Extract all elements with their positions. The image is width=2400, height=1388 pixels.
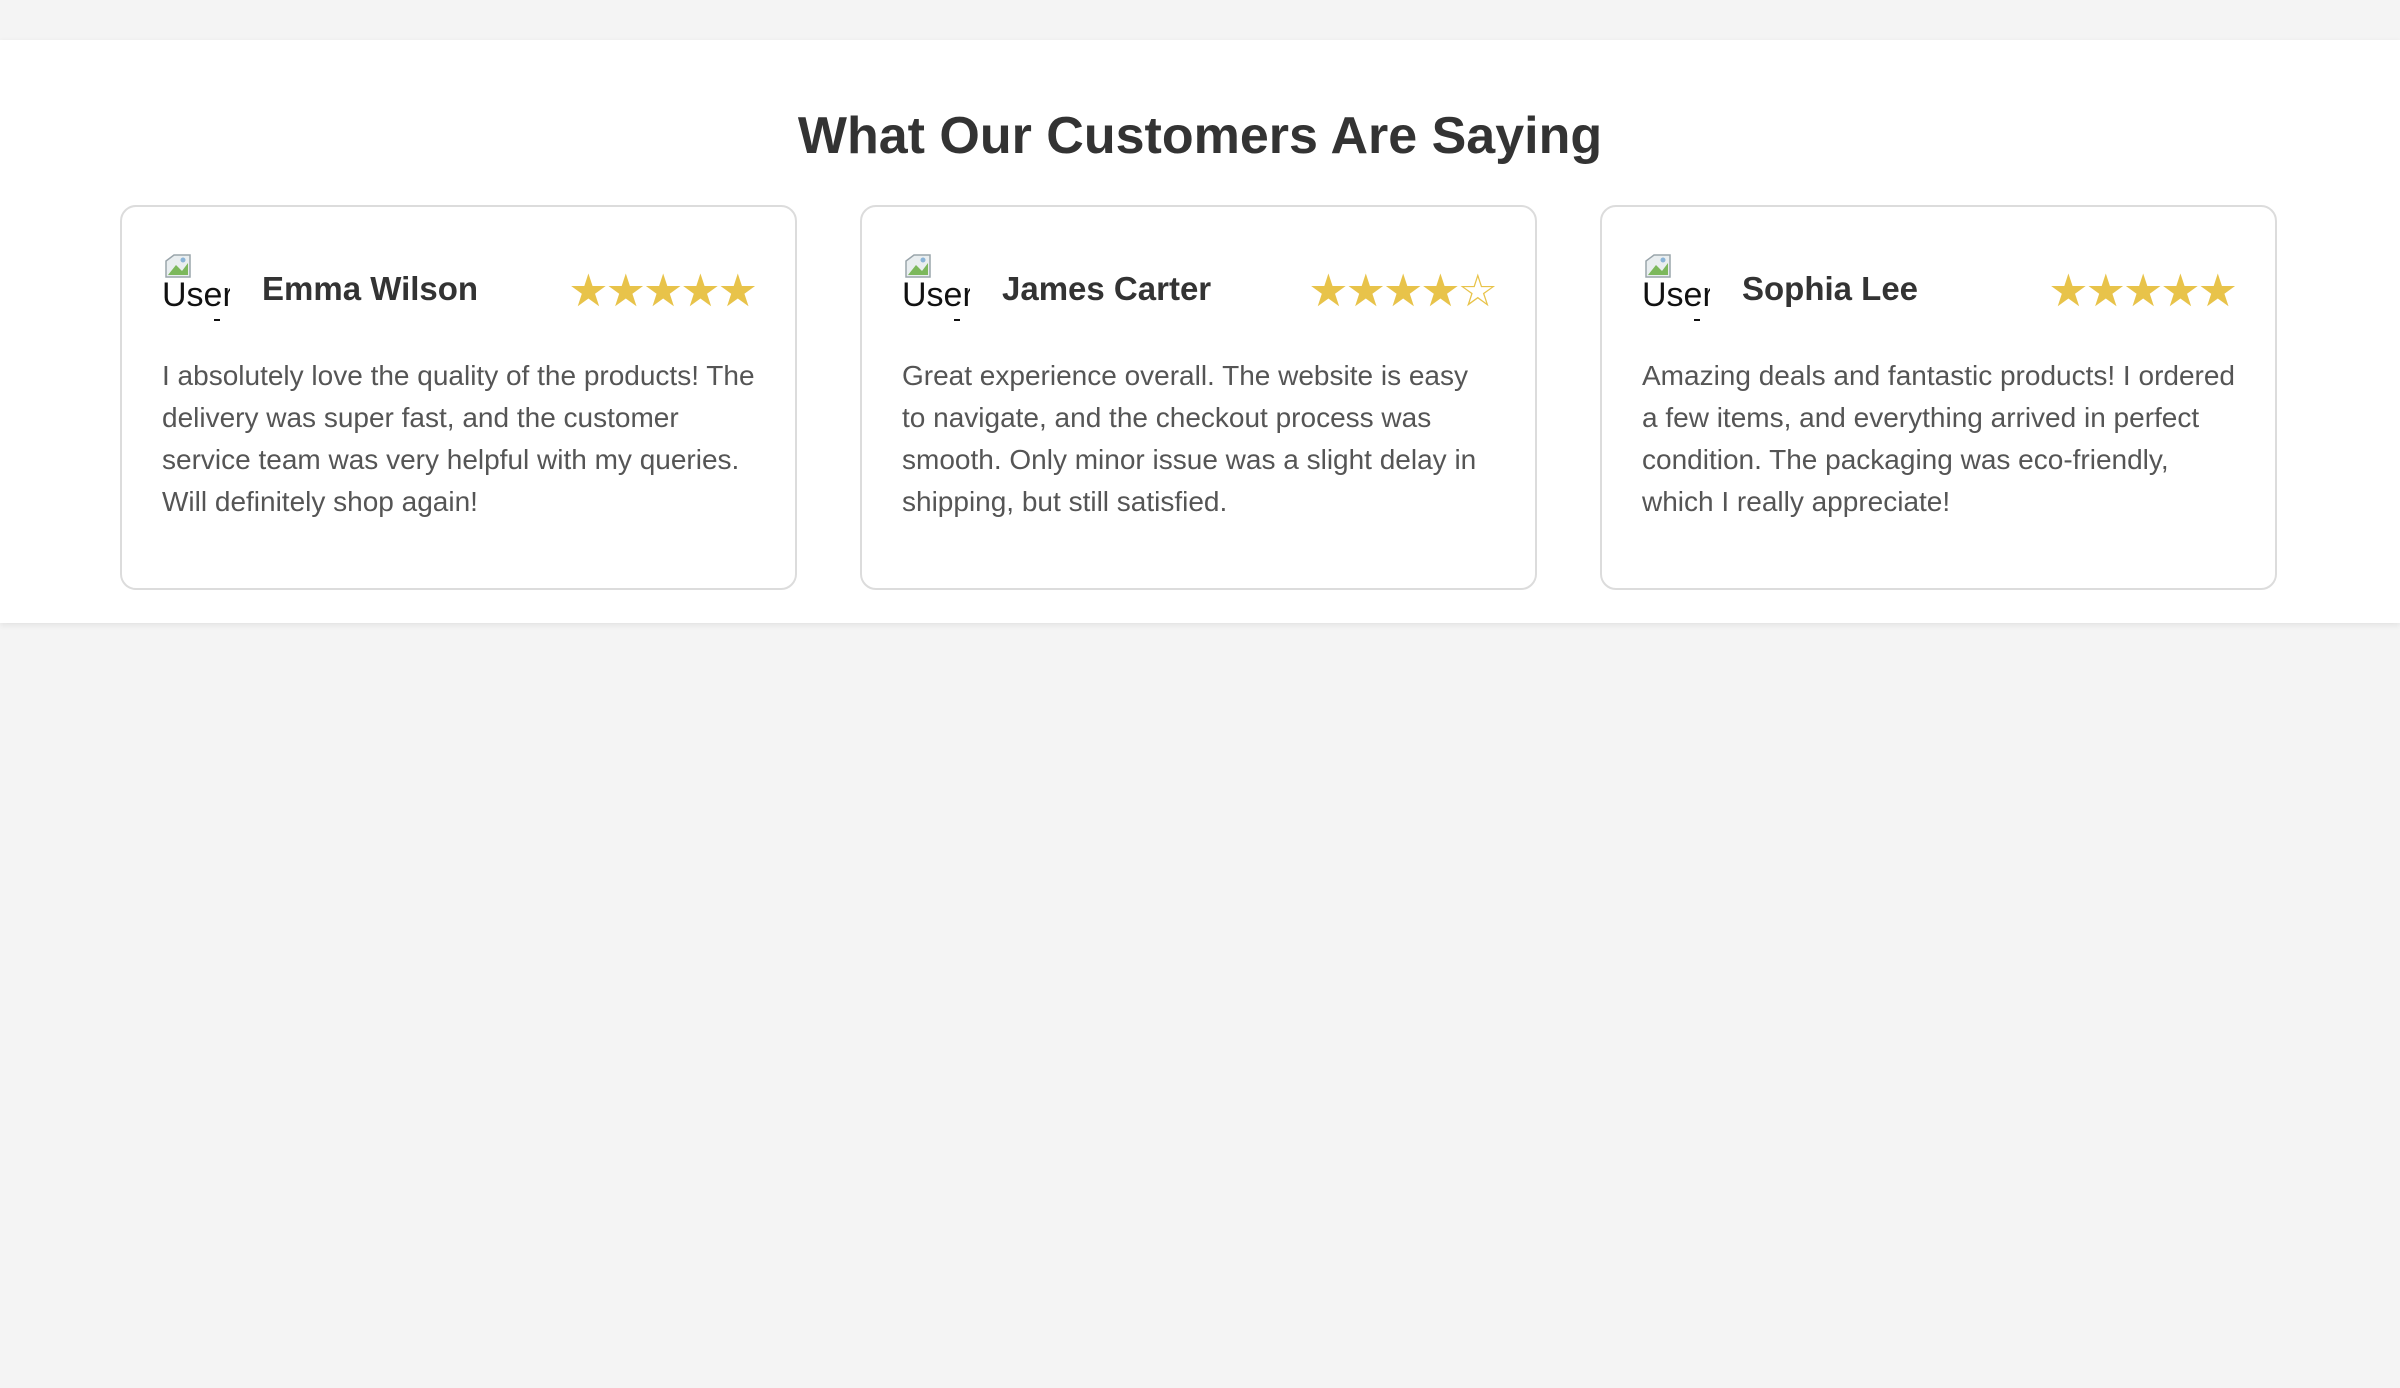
star-rating: ★★★★★ — [2048, 265, 2238, 316]
reviewer-name: James Carter — [1002, 270, 1212, 307]
testimonial-card: User James Carter ★★★★☆ Great experience… — [860, 205, 1537, 590]
testimonial-header: User Emma Wilson ★★★★★ — [162, 249, 758, 327]
avatar-alt-text: User — [1642, 276, 1710, 314]
avatar-alt-text: User — [162, 276, 230, 314]
avatar: User — [162, 253, 230, 325]
testimonial-header: User Sophia Lee ★★★★★ — [1642, 249, 2238, 327]
review-text: Amazing deals and fantastic products! I … — [1642, 360, 2236, 517]
star-rating: ★★★★☆ — [1308, 265, 1498, 316]
review-text: I absolutely love the quality of the pro… — [162, 360, 755, 517]
section-heading: What Our Customers Are Saying — [797, 107, 1603, 165]
testimonial-card: User Emma Wilson ★★★★★ I absolutely love… — [120, 205, 797, 590]
star-rating: ★★★★★ — [568, 265, 758, 316]
avatar-alt-text: User — [902, 276, 970, 314]
reviewer-name: Emma Wilson — [262, 270, 479, 307]
avatar: User — [902, 253, 970, 325]
reviewer-name: Sophia Lee — [1742, 270, 1919, 307]
review-text: Great experience overall. The website is… — [902, 360, 1477, 517]
testimonial-card: User Sophia Lee ★★★★★ Amazing deals and … — [1600, 205, 2277, 590]
avatar: User — [1642, 253, 1710, 325]
testimonial-header: User James Carter ★★★★☆ — [902, 249, 1498, 327]
